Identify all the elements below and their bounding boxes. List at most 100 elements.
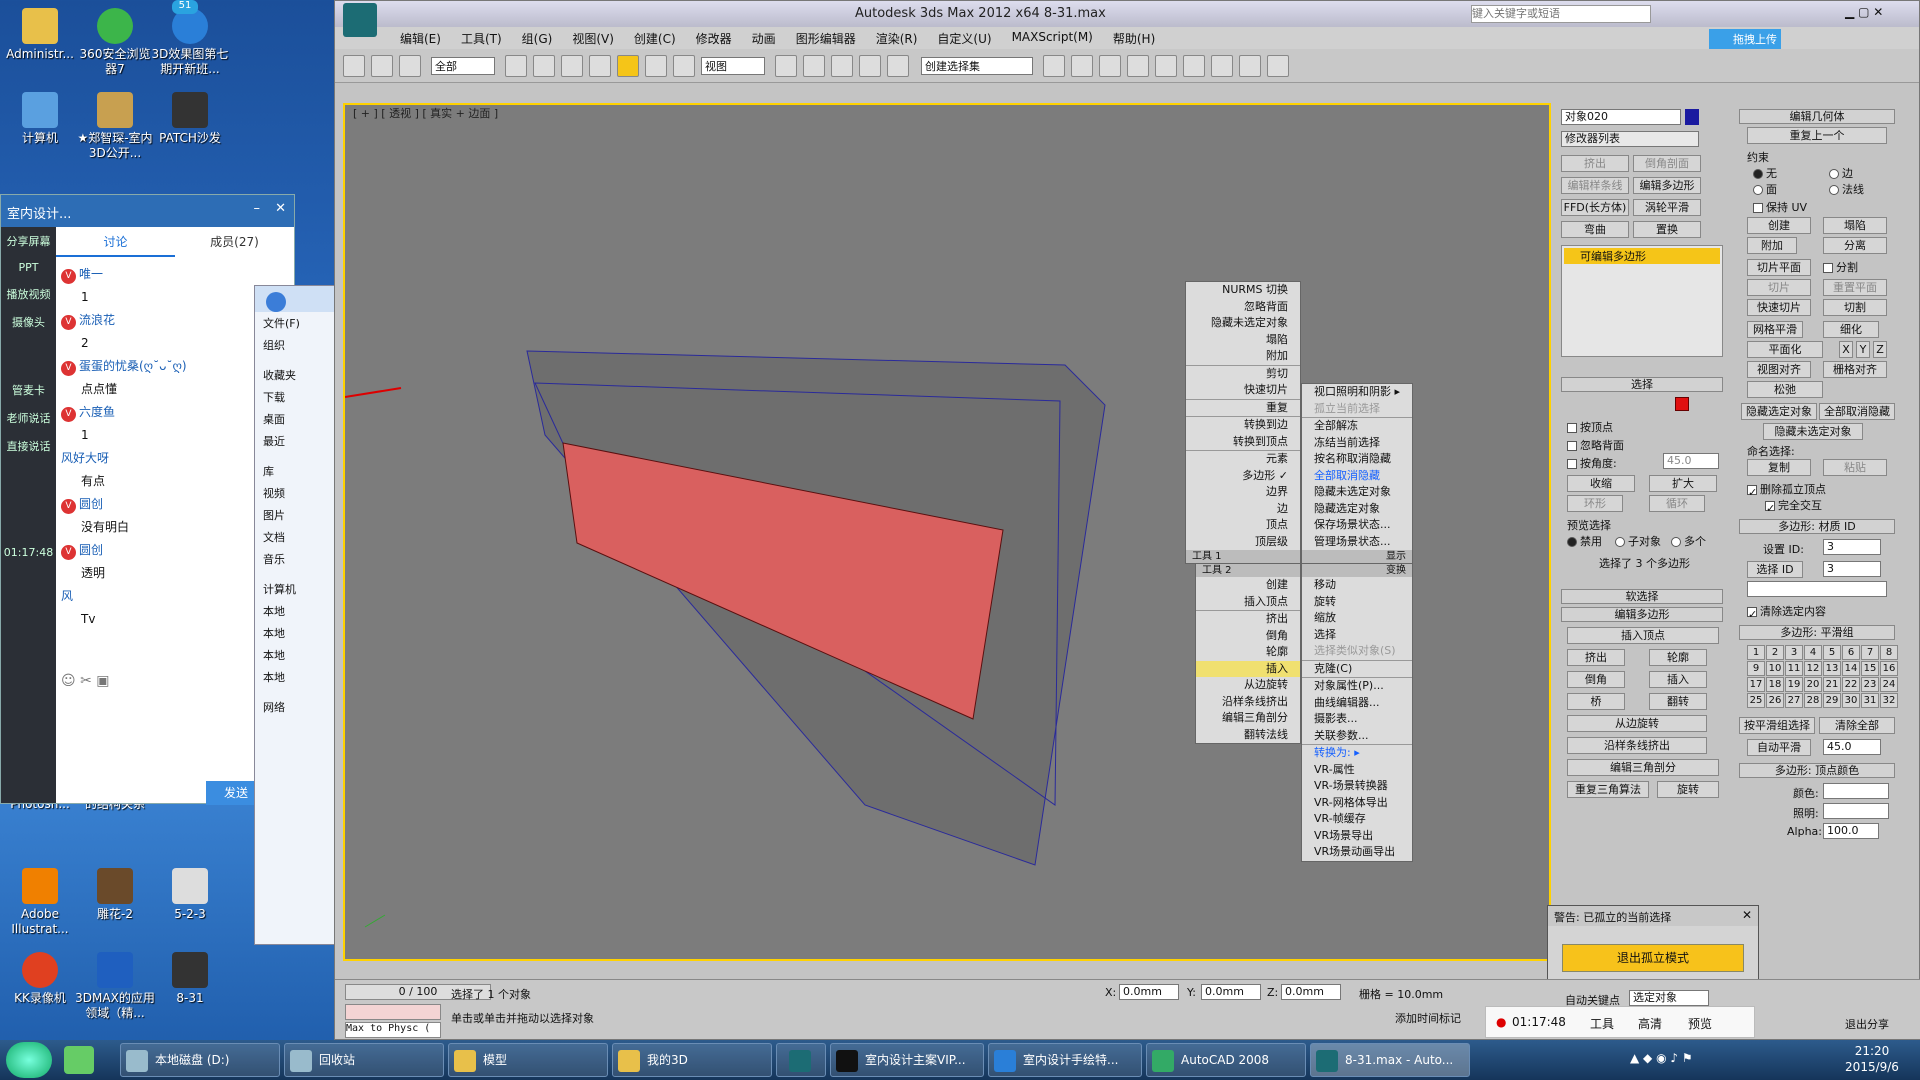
mod-bend-button[interactable]: 弯曲 xyxy=(1561,221,1629,238)
menu-group[interactable]: 组(G) xyxy=(512,27,563,49)
smoothing-group-button[interactable]: 25 xyxy=(1747,693,1765,708)
quad-item-to-edge[interactable]: 转换到边 xyxy=(1186,416,1300,434)
reset-plane-button[interactable]: 重置平面 xyxy=(1823,279,1887,296)
add-time-tag[interactable]: 添加时间标记 xyxy=(1395,1010,1461,1026)
planarize-z-button[interactable]: Z xyxy=(1873,341,1887,358)
rollout-material-id[interactable]: 多边形: 材质 ID xyxy=(1739,519,1895,534)
select-by-name-icon[interactable] xyxy=(533,55,555,77)
quad-item-curve-editor[interactable]: 曲线编辑器... xyxy=(1302,695,1412,712)
rollout-selection[interactable]: 选择 xyxy=(1561,377,1723,392)
slice-plane-button[interactable]: 切片平面 xyxy=(1747,259,1811,276)
bind-icon[interactable] xyxy=(399,55,421,77)
task-3dsmax[interactable]: 8-31.max - Auto... xyxy=(1310,1043,1470,1077)
quad-item-hide-unsel[interactable]: 隐藏未选定对象 xyxy=(1186,315,1300,332)
stack-item-editable-poly[interactable]: 可编辑多边形 xyxy=(1564,248,1720,264)
nav-drive[interactable]: 本地 xyxy=(255,644,335,666)
quad-item-unhide-all[interactable]: 全部取消隐藏 xyxy=(1302,468,1412,485)
quad-item-to-vertex[interactable]: 转换到顶点 xyxy=(1186,434,1300,451)
repeat-last-button[interactable]: 重复上一个 xyxy=(1747,127,1887,144)
desktop-icon-computer[interactable]: 计算机 xyxy=(0,92,80,146)
maxscript-listener[interactable] xyxy=(345,1004,441,1020)
smoothing-group-button[interactable]: 14 xyxy=(1842,661,1860,676)
menu-graph-editors[interactable]: 图形编辑器 xyxy=(786,27,866,49)
task-my3d[interactable]: 我的3D xyxy=(612,1043,772,1077)
mod-extrude-button[interactable]: 挤出 xyxy=(1561,155,1629,172)
rect-region-icon[interactable] xyxy=(561,55,583,77)
quad-item-repeat[interactable]: 重复 xyxy=(1186,398,1300,417)
menu-help[interactable]: 帮助(H) xyxy=(1103,27,1165,49)
quad-item-hinge[interactable]: 从边旋转 xyxy=(1196,677,1300,694)
full-interactivity-check[interactable]: ✓ 完全交互 xyxy=(1765,497,1822,515)
rollout-edit-geometry[interactable]: 编辑几何体 xyxy=(1739,109,1895,124)
task-sketch-course[interactable]: 室内设计手绘特... xyxy=(988,1043,1142,1077)
paste-button[interactable]: 粘贴 xyxy=(1823,459,1887,476)
planarize-button[interactable]: 平面化 xyxy=(1747,341,1823,358)
constraint-none-radio[interactable]: 无 xyxy=(1753,165,1777,181)
quad-item-attach[interactable]: 附加 xyxy=(1186,348,1300,365)
menu-modifiers[interactable]: 修改器 xyxy=(686,27,742,49)
rollout-vertex-colors[interactable]: 多边形: 顶点颜色 xyxy=(1739,763,1895,778)
quad-item-manage-state[interactable]: 管理场景状态... xyxy=(1302,534,1412,551)
render-frame-icon[interactable] xyxy=(1239,55,1261,77)
upload-button[interactable]: 拖拽上传 xyxy=(1709,29,1781,51)
outline-button[interactable]: 轮廓 xyxy=(1649,649,1707,666)
smoothing-group-button[interactable]: 21 xyxy=(1823,677,1841,692)
by-vertex-check[interactable]: 按顶点 xyxy=(1567,419,1613,435)
retriangulate-button[interactable]: 重复三角算法 xyxy=(1567,781,1649,798)
by-angle-check[interactable]: 按角度: xyxy=(1567,455,1617,471)
desktop-icon-admin[interactable]: Administr... xyxy=(0,8,80,62)
mod-edit-poly-button[interactable]: 编辑多边形 xyxy=(1633,177,1701,194)
close-icon[interactable]: ✕ xyxy=(1742,908,1752,922)
clear-selection-check[interactable]: ✓ 清除选定内容 xyxy=(1747,603,1826,621)
menu-rendering[interactable]: 渲染(R) xyxy=(866,27,928,49)
rollout-smoothing-groups[interactable]: 多边形: 平滑组 xyxy=(1739,625,1895,640)
smoothing-group-button[interactable]: 24 xyxy=(1880,677,1898,692)
preview-button[interactable]: 预览 xyxy=(1688,1015,1712,1032)
exit-isolation-button[interactable]: 退出孤立模式 xyxy=(1562,944,1744,972)
extrude-button[interactable]: 挤出 xyxy=(1567,649,1625,666)
smoothing-group-button[interactable]: 29 xyxy=(1823,693,1841,708)
quad-item-vr-anim-export[interactable]: VR场景动画导出 xyxy=(1302,844,1412,861)
quad-item-inset[interactable]: 插入 xyxy=(1196,660,1300,677)
menu-customize[interactable]: 自定义(U) xyxy=(927,27,1001,49)
schematic-icon[interactable] xyxy=(1155,55,1177,77)
rollout-soft-selection[interactable]: 软选择 xyxy=(1561,589,1723,604)
reference-coord-dropdown[interactable]: 视图 xyxy=(701,57,765,75)
exit-share-button[interactable]: 退出分享 xyxy=(1845,1016,1889,1032)
hd-menu[interactable]: 高清 xyxy=(1638,1015,1662,1032)
extrude-along-spline-button[interactable]: 沿样条线挤出 xyxy=(1567,737,1707,754)
desktop-icon-course[interactable]: ★郑智琛-室内3D公开... xyxy=(75,92,155,161)
quad-item-unhide-by-name[interactable]: 按名称取消隐藏 xyxy=(1302,451,1412,468)
smoothing-group-button[interactable]: 7 xyxy=(1861,645,1879,660)
object-name-field[interactable]: 对象020 xyxy=(1561,109,1681,125)
quad-item-quickslice[interactable]: 快速切片 xyxy=(1186,382,1300,399)
share-screen-button[interactable]: 分享屏幕 xyxy=(1,227,56,255)
quad-item-hide-unsel[interactable]: 隐藏未选定对象 xyxy=(1302,484,1412,501)
max-logo-icon[interactable] xyxy=(343,3,377,37)
inset-button[interactable]: 插入 xyxy=(1649,671,1707,688)
mod-ffd-button[interactable]: FFD(长方体) xyxy=(1561,199,1629,216)
shrink-button[interactable]: 收缩 xyxy=(1567,475,1635,492)
nav-drive[interactable]: 本地 xyxy=(255,622,335,644)
named-selection-dropdown[interactable]: 创建选择集 xyxy=(921,57,1033,75)
y-coord-field[interactable]: 0.0mm xyxy=(1201,984,1261,1000)
layer-icon[interactable] xyxy=(1099,55,1121,77)
slice-button[interactable]: 切片 xyxy=(1747,279,1811,296)
attach-button[interactable]: 附加 xyxy=(1747,237,1797,254)
constraint-edge-radio[interactable]: 边 xyxy=(1829,165,1853,181)
quad-item-cut[interactable]: 剪切 xyxy=(1186,364,1300,383)
selected-object-dropdown[interactable]: 选定对象 xyxy=(1629,990,1709,1006)
quad-item-element[interactable]: 元素 xyxy=(1186,450,1300,468)
hide-unselected-button[interactable]: 隐藏未选定对象 xyxy=(1763,423,1863,440)
smoothing-group-button[interactable]: 6 xyxy=(1842,645,1860,660)
window-crossing-icon[interactable] xyxy=(589,55,611,77)
nav-drive[interactable]: 本地 xyxy=(255,666,335,688)
smoothing-group-button[interactable]: 18 xyxy=(1766,677,1784,692)
nav-videos[interactable]: 视频 xyxy=(255,482,335,504)
smoothing-group-button[interactable]: 19 xyxy=(1785,677,1803,692)
material-name-dropdown[interactable] xyxy=(1747,581,1887,597)
system-tray[interactable]: ▲ ◆ ◉ ♪ ⚑ xyxy=(1630,1051,1820,1069)
z-coord-field[interactable]: 0.0mm xyxy=(1281,984,1341,1000)
menu-create[interactable]: 创建(C) xyxy=(624,27,686,49)
quad-item-edge[interactable]: 边 xyxy=(1186,501,1300,518)
